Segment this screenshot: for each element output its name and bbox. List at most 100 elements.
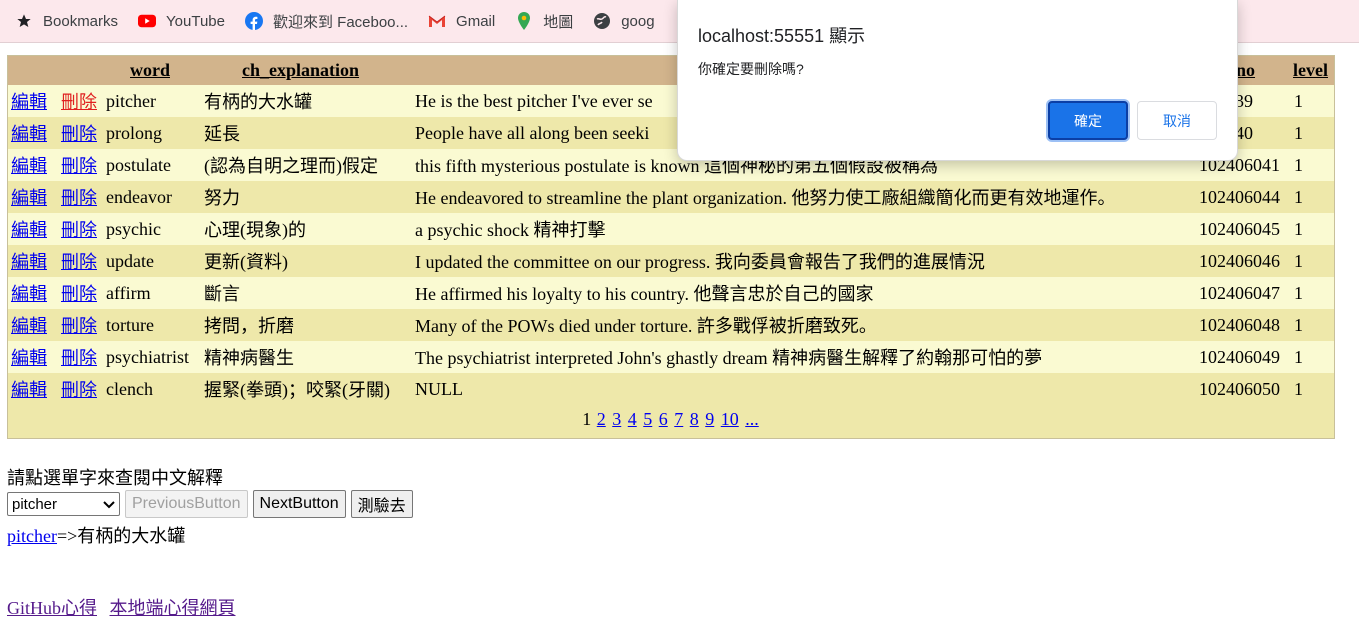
cell-word: torture: [106, 314, 154, 335]
pager-link[interactable]: 7: [674, 409, 683, 429]
edit-link[interactable]: 編輯: [11, 152, 47, 178]
table-row: 編輯 刪除 clench 握緊(拳頭)；咬緊(牙關) NULL 102406050 1: [8, 373, 1334, 405]
cell-word: prolong: [106, 122, 162, 143]
pager-link[interactable]: 2: [597, 409, 606, 429]
cell-sentence: He is the best pitcher I've ever se: [415, 90, 653, 111]
edit-cell: 編輯: [11, 213, 47, 245]
dialog-cancel-button[interactable]: 取消: [1137, 101, 1217, 140]
github-notes-link[interactable]: GitHub心得: [7, 598, 97, 618]
edit-link[interactable]: 編輯: [11, 184, 47, 210]
pager-link[interactable]: 5: [643, 409, 652, 429]
table-row: 編輯 刪除 psychic 心理(現象)的 a psychic shock 精神打擊 10…: [8, 213, 1334, 245]
chevron-down-icon: [103, 496, 115, 513]
pager-current: 1: [582, 409, 592, 429]
bookmark-bookmarks[interactable]: Bookmarks: [15, 12, 118, 30]
dialog-ok-button[interactable]: 確定: [1048, 101, 1128, 140]
edit-link[interactable]: 編輯: [11, 248, 47, 274]
bookmark-label: Gmail: [456, 12, 496, 30]
bookmark-youtube[interactable]: YouTube: [138, 12, 225, 30]
edit-link[interactable]: 編輯: [11, 376, 47, 402]
local-notes-link[interactable]: 本地端心得網頁: [110, 598, 236, 618]
delete-cell: 刪除: [61, 309, 97, 341]
header-word-link[interactable]: word: [130, 60, 170, 81]
header-level-link[interactable]: level: [1293, 60, 1328, 81]
select-prompt: 請點選單字來查閱中文解釋: [7, 468, 223, 488]
previous-button[interactable]: PreviousButton: [125, 490, 248, 518]
facebook-icon: [244, 12, 263, 30]
delete-link[interactable]: 刪除: [61, 184, 97, 210]
cell-level: 1: [1294, 122, 1303, 143]
cell-word: update: [106, 250, 154, 271]
delete-cell: 刪除: [61, 245, 97, 277]
header-word[interactable]: word: [130, 56, 170, 85]
pager-link[interactable]: ...: [745, 409, 759, 429]
delete-link[interactable]: 刪除: [61, 88, 97, 114]
result-word-link[interactable]: pitcher: [7, 526, 57, 546]
cell-word: affirm: [106, 282, 151, 303]
lookup-result: pitcher=>有柄的大水罐: [7, 522, 185, 548]
bookmark-google[interactable]: goog: [593, 12, 655, 30]
delete-link[interactable]: 刪除: [61, 312, 97, 338]
cell-sentence: The psychiatrist interpreted John's ghas…: [415, 348, 1043, 368]
edit-link[interactable]: 編輯: [11, 312, 47, 338]
pager-link[interactable]: 4: [628, 409, 637, 429]
pager-link[interactable]: 9: [705, 409, 714, 429]
bookmark-label: YouTube: [166, 12, 225, 30]
cell-level: 1: [1294, 282, 1303, 303]
delete-link[interactable]: 刪除: [61, 248, 97, 274]
edit-link[interactable]: 編輯: [11, 344, 47, 370]
table-row: 編輯 刪除 update 更新(資料) I updated the committee …: [8, 245, 1334, 277]
edit-cell: 編輯: [11, 309, 47, 341]
word-select[interactable]: pitcher: [7, 492, 120, 516]
quiz-button[interactable]: 測驗去: [350, 490, 413, 518]
cell-word: psychic: [106, 218, 161, 239]
dialog-title: localhost:55551 顯示: [698, 26, 866, 46]
delete-link[interactable]: 刪除: [61, 344, 97, 370]
header-no-link[interactable]: no: [1236, 60, 1255, 81]
cell-no: 102406050: [1199, 378, 1280, 399]
delete-cell: 刪除: [61, 373, 97, 405]
edit-link[interactable]: 編輯: [11, 216, 47, 242]
delete-link[interactable]: 刪除: [61, 376, 97, 402]
cell-ch: 有柄的大水罐: [204, 92, 312, 112]
edit-link[interactable]: 編輯: [11, 88, 47, 114]
cell-level: 1: [1294, 218, 1303, 239]
cell-ch: 精神病醫生: [204, 348, 294, 368]
table-row: 編輯 刪除 endeavor 努力 He endeavored to streamlin…: [8, 181, 1334, 213]
cell-word: pitcher: [106, 90, 156, 111]
bookmark-gmail[interactable]: Gmail: [428, 12, 495, 30]
edit-cell: 編輯: [11, 181, 47, 213]
edit-link[interactable]: 編輯: [11, 120, 47, 146]
cell-ch: 心理(現象)的: [204, 220, 306, 240]
pager-link[interactable]: 8: [690, 409, 699, 429]
cell-word: endeavor: [106, 186, 172, 207]
pager-link[interactable]: 10: [721, 409, 739, 429]
pager-link[interactable]: 6: [659, 409, 668, 429]
edit-cell: 編輯: [11, 149, 47, 181]
bookmark-maps[interactable]: 地圖: [515, 11, 573, 32]
header-level[interactable]: level: [1293, 56, 1328, 85]
cell-level: 1: [1294, 314, 1303, 335]
header-ch-explanation-link[interactable]: ch_explanation: [242, 60, 359, 81]
pager-link[interactable]: 3: [612, 409, 621, 429]
delete-cell: 刪除: [61, 149, 97, 181]
bookmark-label: Bookmarks: [43, 12, 119, 30]
delete-cell: 刪除: [61, 341, 97, 373]
cell-no: 102406044: [1199, 186, 1280, 207]
bookmark-facebook[interactable]: 歡迎來到 Faceboo...: [244, 11, 408, 32]
bookmark-label: 地圖: [543, 13, 574, 31]
header-no[interactable]: no: [1236, 56, 1255, 85]
edit-link[interactable]: 編輯: [11, 280, 47, 306]
delete-link[interactable]: 刪除: [61, 216, 97, 242]
delete-link[interactable]: 刪除: [61, 120, 97, 146]
cell-word: clench: [106, 378, 153, 399]
delete-link[interactable]: 刪除: [61, 280, 97, 306]
delete-cell: 刪除: [61, 117, 97, 149]
header-ch-explanation[interactable]: ch_explanation: [242, 56, 359, 85]
delete-link[interactable]: 刪除: [61, 152, 97, 178]
next-button[interactable]: NextButton: [252, 490, 346, 518]
cell-ch: 斷言: [204, 284, 240, 304]
maps-icon: [515, 12, 533, 30]
star-icon: [15, 12, 33, 30]
word-select-value: pitcher: [12, 495, 58, 513]
